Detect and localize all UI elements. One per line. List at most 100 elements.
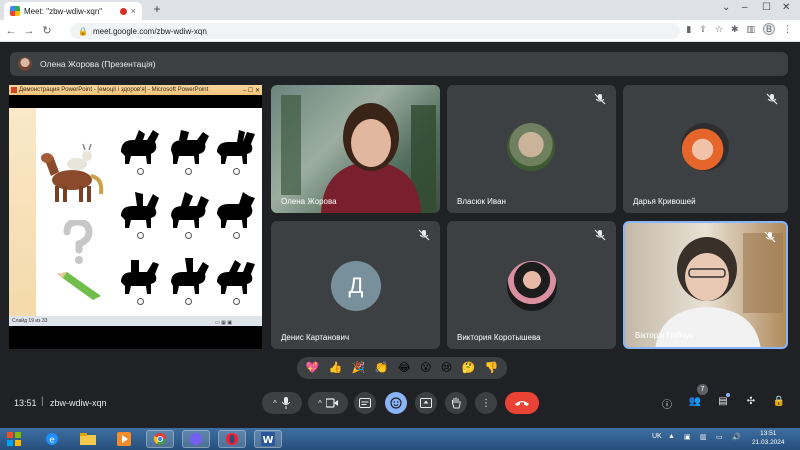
profile-avatar[interactable]: B <box>763 23 775 35</box>
window-close-icon[interactable]: ✕ <box>782 2 790 13</box>
present-button[interactable] <box>415 392 437 414</box>
browser-toolbar: ← → ↻ 🔒 meet.google.com/zbw-wdiw-xqn ▮ ⇪… <box>0 20 800 42</box>
answer-radio[interactable] <box>233 232 240 239</box>
participant-name: Вікторія Глібчук <box>635 331 693 340</box>
more-options-button[interactable]: ⋮ <box>475 392 497 414</box>
taskbar-word-icon[interactable]: W <box>254 430 282 448</box>
tab-search-icon[interactable]: ⌄ <box>722 2 730 13</box>
answer-radio[interactable] <box>233 298 240 305</box>
tray-expand-icon[interactable]: ▲ <box>668 433 675 440</box>
address-bar[interactable]: 🔒 meet.google.com/zbw-wdiw-xqn <box>70 23 680 39</box>
chevron-up-icon: ^ <box>318 398 322 408</box>
silhouette-option <box>213 256 259 296</box>
leave-call-button[interactable] <box>505 392 539 414</box>
tray-network-icon[interactable]: ▥ <box>700 433 707 441</box>
chat-notification-dot <box>726 393 730 397</box>
video-feed <box>271 85 440 213</box>
captions-button[interactable] <box>354 392 376 414</box>
camera-in-use-icon[interactable]: ▮ <box>686 24 691 35</box>
browser-tab-meet[interactable]: Meet: "zbw-wdiw-xqn" × <box>4 2 142 20</box>
mic-off-icon <box>594 93 606 105</box>
taskbar-explorer-icon[interactable] <box>74 430 102 448</box>
activities-icon[interactable]: ✣ <box>744 396 758 410</box>
participant-tile-olena[interactable]: Олена Жорова <box>271 85 440 213</box>
back-icon[interactable]: ← <box>4 25 18 37</box>
meet-favicon-icon <box>10 6 20 16</box>
participant-avatar <box>507 123 555 171</box>
presenter-bar[interactable]: Олена Жорова (Презентація) <box>10 52 788 76</box>
participant-avatar <box>681 123 729 171</box>
maximize-icon[interactable]: ☐ <box>762 2 771 13</box>
participant-avatar <box>507 261 557 311</box>
taskbar-opera-icon[interactable] <box>218 430 246 448</box>
info-icon[interactable]: ⓘ <box>660 396 674 411</box>
reaction-heart[interactable]: 💖 <box>306 362 320 374</box>
tray-volume-icon[interactable]: 🔊 <box>732 433 741 441</box>
host-controls-icon[interactable]: 🔒 <box>772 396 786 410</box>
taskbar-ie-icon[interactable]: e <box>38 430 66 448</box>
mic-off-icon <box>594 229 606 241</box>
horse-goat-illustration <box>41 143 104 202</box>
meeting-time: 13:51 <box>14 398 37 408</box>
powerpoint-window-controls-icon: – ☐ ✕ <box>242 88 260 94</box>
answer-radio[interactable] <box>185 298 192 305</box>
divider: | <box>41 396 44 407</box>
reload-icon[interactable]: ↻ <box>40 24 54 37</box>
silhouette-option <box>165 256 211 296</box>
people-icon[interactable]: 👥 <box>688 396 702 410</box>
participant-tile-darya[interactable]: Дарья Кривошей <box>623 85 788 213</box>
lock-icon[interactable]: 🔒 <box>78 27 88 36</box>
reaction-party[interactable]: 🎉 <box>352 362 366 374</box>
reaction-surprised[interactable]: 😮 <box>420 362 431 374</box>
new-tab-button[interactable]: + <box>150 3 164 17</box>
participant-tile-viktoria-k[interactable]: Виктория Коротышева <box>447 221 616 349</box>
reaction-thinking[interactable]: 🤔 <box>462 362 476 374</box>
taskbar-viber-icon[interactable] <box>182 430 210 448</box>
tray-battery-icon[interactable]: ▭ <box>716 433 723 441</box>
reactions-bar: 💖 👍 🎉 👏 😂 😮 😢 🤔 👎 <box>297 357 507 379</box>
reaction-thumbs-down[interactable]: 👎 <box>485 362 499 374</box>
forward-icon[interactable]: → <box>22 25 36 37</box>
chat-icon[interactable]: ▤ <box>716 396 730 410</box>
browser-menu-icon[interactable]: ⋮ <box>783 24 792 35</box>
chevron-up-icon: ^ <box>273 398 277 408</box>
taskbar-chrome-icon[interactable] <box>146 430 174 448</box>
reaction-thumbs-up[interactable]: 👍 <box>329 362 343 374</box>
participant-initial-avatar: Д <box>331 261 381 311</box>
raise-hand-button[interactable] <box>445 392 467 414</box>
clock-time: 13:51 <box>760 430 777 437</box>
participant-tile-viktoria-h[interactable]: Вікторія Глібчук <box>623 221 788 349</box>
answer-radio[interactable] <box>137 168 144 175</box>
bookmark-star-icon[interactable]: ☆ <box>715 24 723 35</box>
participant-name: Власюк Иван <box>457 197 506 206</box>
reaction-clap[interactable]: 👏 <box>375 362 389 374</box>
more-icon: ⋮ <box>481 397 491 409</box>
mic-control-button[interactable]: ^ <box>262 392 302 414</box>
emoji-button[interactable] <box>385 392 407 414</box>
extensions-icon[interactable]: ✱ <box>731 24 739 35</box>
answer-radio[interactable] <box>185 168 192 175</box>
taskbar-clock[interactable]: 13:51 21.03.2024 <box>752 429 785 447</box>
share-icon[interactable]: ⇪ <box>699 24 707 35</box>
tab-close-icon[interactable]: × <box>131 6 136 16</box>
presentation-tile[interactable]: Демонстрация PowerPoint - [емоції і здор… <box>9 85 262 349</box>
language-indicator[interactable]: UK <box>652 433 662 440</box>
participant-tile-denys[interactable]: Д Денис Картанович <box>271 221 440 349</box>
reaction-sad[interactable]: 😢 <box>441 362 452 374</box>
answer-radio[interactable] <box>185 232 192 239</box>
start-button-icon[interactable] <box>4 430 24 448</box>
minimize-icon[interactable]: – <box>742 2 748 13</box>
taskbar-media-icon[interactable] <box>110 430 138 448</box>
powerpoint-icon <box>11 87 17 93</box>
silhouette-option <box>117 190 163 230</box>
reaction-laugh[interactable]: 😂 <box>398 362 411 374</box>
participant-tile-vlasyuk[interactable]: Власюк Иван <box>447 85 616 213</box>
answer-radio[interactable] <box>137 232 144 239</box>
answer-radio[interactable] <box>233 168 240 175</box>
side-panel-icon[interactable]: ▥ <box>746 24 755 35</box>
answer-radio[interactable] <box>137 298 144 305</box>
camera-control-button[interactable]: ^ <box>308 392 348 414</box>
pencil-icon <box>57 272 101 300</box>
tray-app-icon[interactable]: ▣ <box>684 433 691 441</box>
question-mark-icon <box>63 220 93 264</box>
